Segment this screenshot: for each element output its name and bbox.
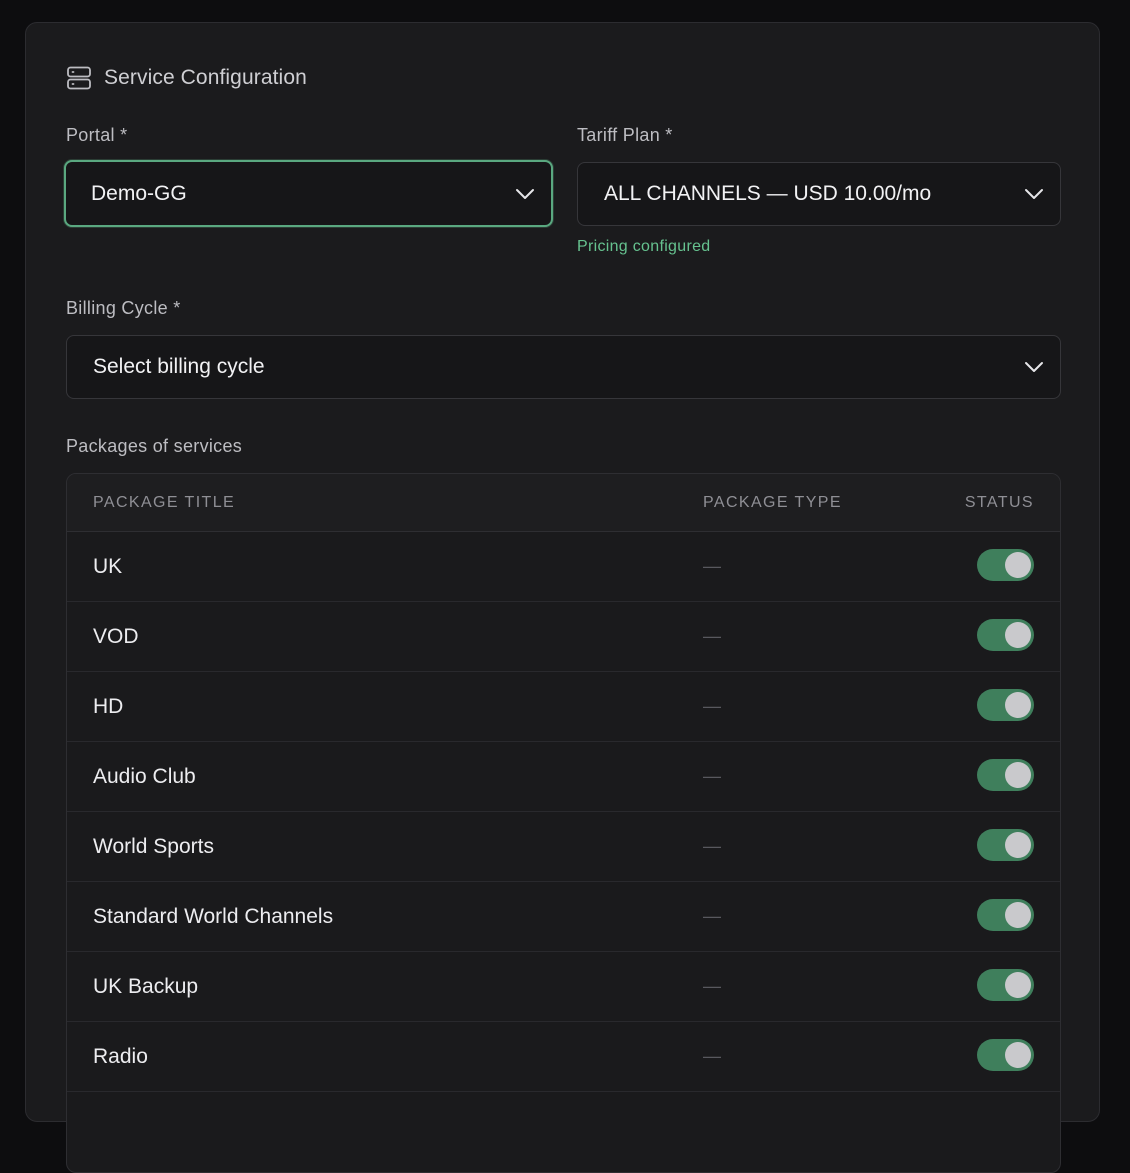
billing-cycle-placeholder: Select billing cycle — [93, 355, 265, 378]
package-type: — — [703, 696, 721, 716]
package-title: UK — [93, 554, 123, 578]
status-toggle[interactable] — [977, 689, 1034, 721]
package-type: — — [703, 976, 721, 996]
toggle-knob — [1005, 762, 1031, 788]
toggle-knob — [1005, 1042, 1031, 1068]
chevron-down-icon — [515, 182, 535, 206]
table-row: Standard World Channels — — [67, 882, 1060, 952]
package-title: Radio — [93, 1044, 148, 1068]
column-header-type: PACKAGE TYPE — [703, 493, 842, 511]
chevron-down-icon — [1024, 355, 1044, 379]
toggle-knob — [1005, 692, 1031, 718]
toggle-knob — [1005, 902, 1031, 928]
package-type: — — [703, 626, 721, 646]
status-toggle[interactable] — [977, 549, 1034, 581]
package-type: — — [703, 836, 721, 856]
table-row: Radio — — [67, 1022, 1060, 1092]
package-title: VOD — [93, 624, 139, 648]
toggle-knob — [1005, 832, 1031, 858]
package-title: UK Backup — [93, 974, 199, 998]
package-type: — — [703, 1046, 721, 1066]
packages-table: PACKAGE TITLE PACKAGE TYPE STATUS UK — VOD… — [66, 473, 1061, 1173]
table-row: World Sports — — [67, 812, 1060, 882]
status-toggle[interactable] — [977, 829, 1034, 861]
server-icon — [66, 65, 92, 91]
billing-cycle-select[interactable]: Select billing cycle — [66, 335, 1061, 399]
table-row: Audio Club — — [67, 742, 1060, 812]
status-toggle[interactable] — [977, 1039, 1034, 1071]
tariff-label: Tariff Plan * — [577, 125, 673, 145]
status-toggle[interactable] — [977, 619, 1034, 651]
table-row: VOD — — [67, 602, 1060, 672]
package-title: Standard World Channels — [93, 904, 334, 928]
column-header-status: STATUS — [964, 493, 1034, 511]
section-title: Service Configuration — [104, 66, 307, 89]
toggle-knob — [1005, 622, 1031, 648]
package-title: HD — [93, 694, 124, 718]
toggle-knob — [1005, 552, 1031, 578]
tariff-select[interactable]: ALL CHANNELS — USD 10.00/mo — [577, 162, 1061, 226]
package-title: World Sports — [93, 834, 214, 858]
column-header-title: PACKAGE TITLE — [93, 493, 236, 511]
status-toggle[interactable] — [977, 969, 1034, 1001]
status-toggle[interactable] — [977, 759, 1034, 791]
section-header: Service Configuration — [66, 65, 307, 91]
tariff-select-value: ALL CHANNELS — USD 10.00/mo — [604, 182, 932, 205]
table-body: UK — VOD — HD — Audio Club — World Sports — Standa… — [67, 532, 1060, 1092]
package-type: — — [703, 556, 721, 576]
status-toggle[interactable] — [977, 899, 1034, 931]
package-type: — — [703, 766, 721, 786]
package-type: — — [703, 906, 721, 926]
billing-cycle-label: Billing Cycle * — [66, 298, 181, 318]
chevron-down-icon — [1024, 182, 1044, 206]
portal-select-value: Demo-GG — [91, 181, 187, 205]
packages-label: Packages of services — [66, 436, 243, 456]
portal-label: Portal * — [66, 125, 128, 145]
service-configuration-card: Service Configuration Portal * Demo-GG T… — [25, 22, 1100, 1173]
portal-select[interactable]: Demo-GG — [64, 160, 553, 227]
pricing-status-hint: Pricing configured — [577, 238, 711, 255]
table-row: UK Backup — — [67, 952, 1060, 1022]
toggle-knob — [1005, 972, 1031, 998]
table-header: PACKAGE TITLE PACKAGE TYPE STATUS — [67, 474, 1060, 532]
table-row: HD — — [67, 672, 1060, 742]
package-title: Audio Club — [93, 764, 196, 788]
table-row: UK — — [67, 532, 1060, 602]
